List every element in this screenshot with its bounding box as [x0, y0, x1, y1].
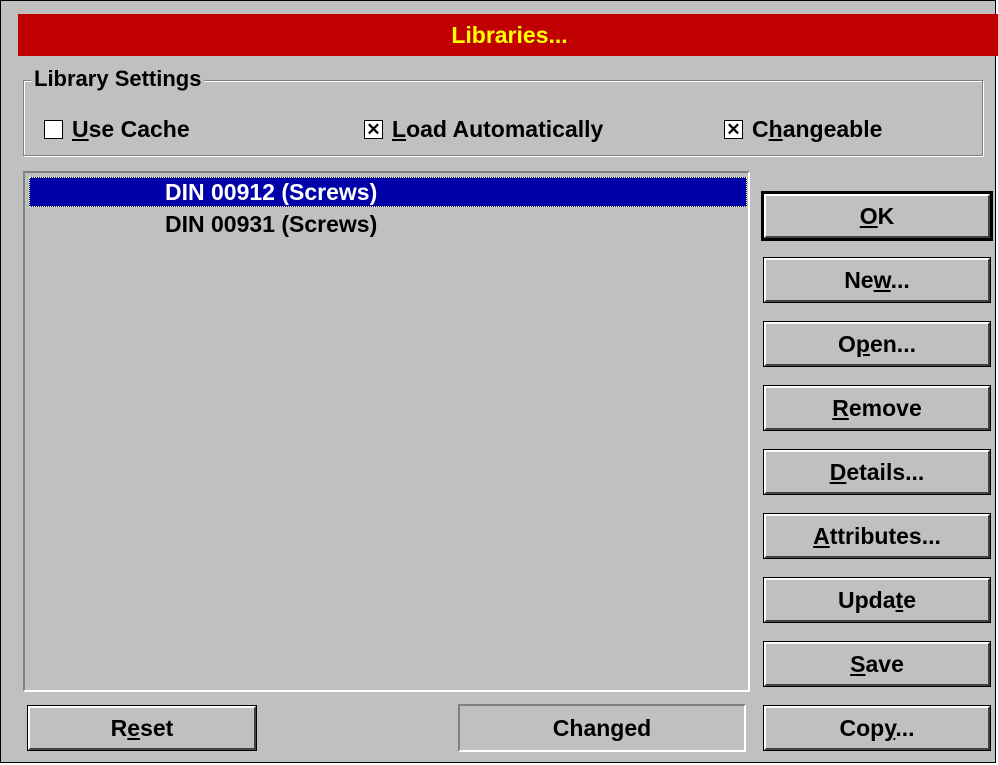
open-button[interactable]: Open... [763, 321, 991, 367]
load-automatically-checkbox[interactable]: ✕ Load Automatically [364, 114, 603, 144]
use-cache-checkbox[interactable]: Use Cache [44, 114, 190, 144]
changeable-label: Changeable [752, 115, 883, 142]
status-field: Changed [458, 704, 746, 752]
load-automatically-label: Load Automatically [392, 115, 604, 142]
use-cache-label: Use Cache [72, 115, 190, 142]
copy-button[interactable]: Copy... [763, 705, 991, 751]
library-name: DIN 00931 (Screws) [165, 211, 378, 237]
library-name: DIN 00912 (Screws) [165, 179, 378, 205]
dialog-title-bar[interactable]: Libraries... [18, 14, 998, 56]
changeable-check-box[interactable]: ✕ [724, 119, 743, 139]
ok-button[interactable]: OK [761, 191, 993, 241]
library-list[interactable]: DIN 00912 (Screws) DIN 00931 (Screws) [23, 171, 750, 692]
list-item[interactable]: DIN 00931 (Screws) [29, 209, 747, 239]
update-button[interactable]: Update [763, 577, 991, 623]
libraries-dialog: Libraries... Library Settings Use Cache … [0, 0, 998, 763]
list-item[interactable]: DIN 00912 (Screws) [29, 177, 747, 207]
dialog-title: Libraries... [451, 22, 568, 48]
status-text: Changed [552, 715, 652, 741]
reset-button[interactable]: Reset [27, 705, 257, 751]
library-settings-label: Library Settings [31, 65, 205, 93]
load-automatically-check-box[interactable]: ✕ [364, 119, 383, 139]
remove-button[interactable]: Remove [763, 385, 991, 431]
changeable-checkbox[interactable]: ✕ Changeable [724, 114, 882, 144]
new-button[interactable]: New... [763, 257, 991, 303]
use-cache-check-box[interactable] [44, 119, 63, 139]
details-button[interactable]: Details... [763, 449, 991, 495]
attributes-button[interactable]: Attributes... [763, 513, 991, 559]
save-button[interactable]: Save [763, 641, 991, 687]
